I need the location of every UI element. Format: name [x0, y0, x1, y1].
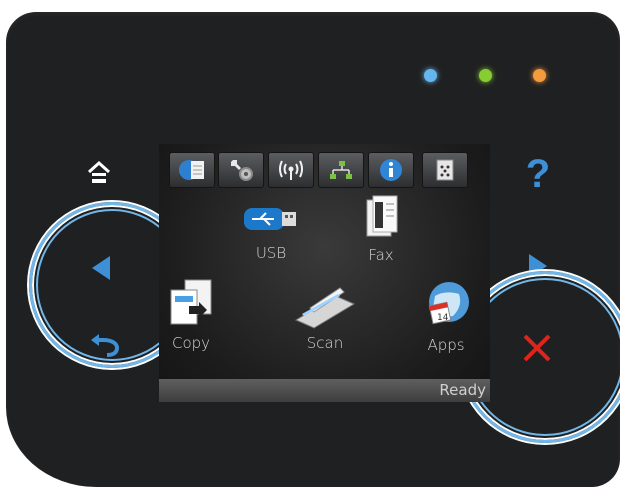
- touchscreen: USB Fax Copy Scan 14 Apps Ready: [159, 144, 490, 402]
- app-fax-label: Fax: [368, 246, 394, 264]
- help-icon: ?: [525, 152, 551, 196]
- wireless-icon: [279, 160, 303, 180]
- tab-network[interactable]: [318, 152, 364, 188]
- wireless-led: [479, 69, 492, 82]
- back-icon: [91, 334, 120, 357]
- cancel-button[interactable]: [521, 332, 553, 364]
- tab-bar: [159, 152, 490, 188]
- app-apps[interactable]: 14 Apps: [406, 278, 486, 354]
- toner-icon: [436, 159, 454, 181]
- left-arrow-button[interactable]: [90, 255, 112, 281]
- tab-setup[interactable]: [218, 152, 264, 188]
- status-text: Ready: [439, 381, 486, 399]
- usb-icon: [244, 208, 296, 230]
- app-fax[interactable]: Fax: [351, 194, 411, 264]
- app-usb-label: USB: [255, 244, 287, 262]
- fax-icon: [366, 195, 398, 237]
- app-usb[interactable]: USB: [231, 198, 311, 262]
- copy-icon: [170, 279, 212, 325]
- back-button[interactable]: [89, 334, 121, 358]
- app-apps-label: Apps: [427, 336, 465, 354]
- app-scan-label: Scan: [306, 334, 344, 352]
- network-icon: [330, 161, 352, 179]
- home-button[interactable]: [86, 160, 112, 186]
- left-arrow-icon: [92, 256, 110, 280]
- status-bar: Ready: [159, 379, 490, 402]
- tab-wireless[interactable]: [268, 152, 314, 188]
- wrench-gear-icon: [231, 160, 253, 181]
- tab-document[interactable]: [169, 152, 215, 188]
- document-icon: [179, 160, 204, 180]
- tab-info[interactable]: [368, 152, 414, 188]
- svg-text:14: 14: [437, 313, 449, 323]
- home-icon: [87, 160, 111, 183]
- control-panel: ? USB Fax Copy Scan 14 Apps Ready: [6, 12, 620, 487]
- help-button[interactable]: ?: [523, 152, 553, 196]
- attention-led: [533, 69, 546, 82]
- ready-led: [424, 69, 437, 82]
- tab-supplies[interactable]: [422, 152, 468, 188]
- info-icon: [380, 159, 402, 181]
- app-copy[interactable]: Copy: [159, 276, 229, 352]
- app-scan[interactable]: Scan: [288, 282, 362, 352]
- scan-icon: [294, 287, 356, 329]
- cancel-x-icon: [523, 334, 551, 362]
- app-copy-label: Copy: [171, 334, 211, 352]
- apps-globe-icon: 14: [428, 282, 469, 325]
